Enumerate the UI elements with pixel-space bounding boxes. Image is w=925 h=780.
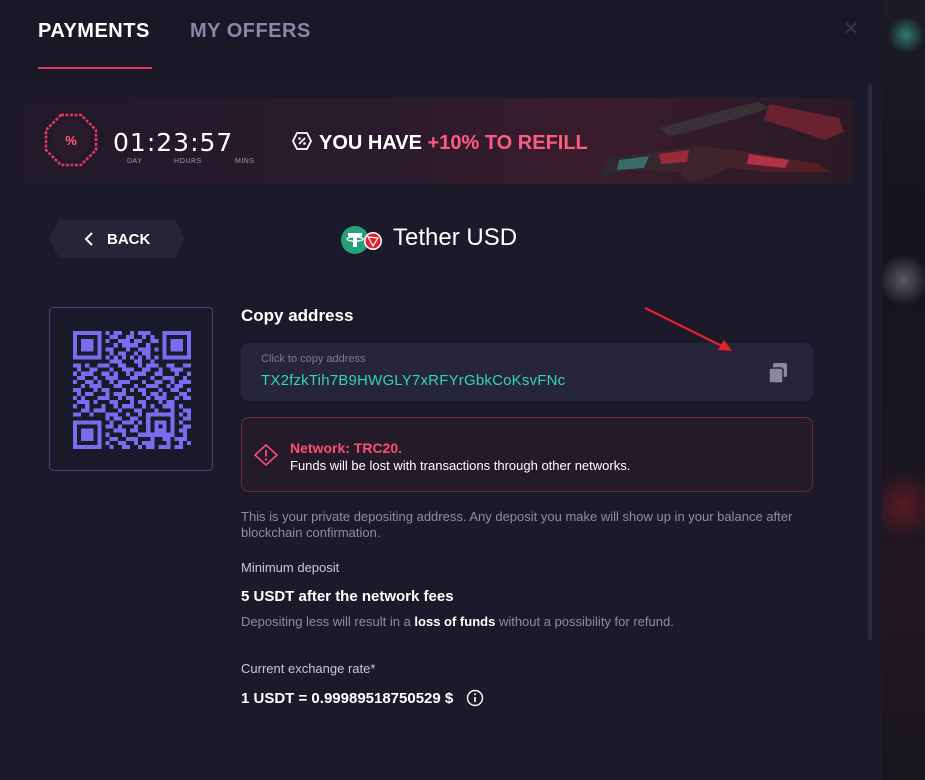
- tab-my-offers[interactable]: MY OFFERS: [190, 20, 311, 43]
- copy-address-heading: Copy address: [241, 306, 354, 325]
- copy-address-hint: Click to copy address: [261, 353, 366, 365]
- timer-label-hours: HOURS: [174, 158, 202, 165]
- tether-tron-icon: [341, 226, 382, 254]
- minimum-deposit-value: 5 USDT after the network fees: [241, 588, 454, 605]
- timer-mins: 57: [199, 128, 234, 157]
- minimum-deposit-note: Depositing less will result in a loss of…: [241, 614, 674, 629]
- active-tab-indicator: [38, 67, 152, 69]
- exchange-rate-label: Current exchange rate*: [241, 661, 376, 676]
- tab-payments[interactable]: PAYMENTS: [38, 20, 150, 43]
- percent-tag-icon: [291, 132, 313, 150]
- timer-hours: 23: [156, 128, 191, 157]
- timer-separator: :: [146, 128, 157, 157]
- scrollbar[interactable]: [868, 84, 872, 640]
- countdown-timer: 01:23:57: [113, 128, 233, 157]
- badge-symbol: %: [65, 133, 77, 148]
- modal-header: PAYMENTS MY OFFERS ×: [0, 0, 882, 82]
- note-bold: loss of funds: [414, 614, 496, 629]
- deposit-address[interactable]: TX2fzkTih7B9HWGLY7xRFYrGbkCoKsvFNc: [261, 372, 565, 389]
- backdrop-glow: [886, 18, 925, 52]
- rifle-skin-image: [599, 102, 844, 182]
- promo-accent: +10% TO REFILL: [427, 132, 588, 154]
- warning-title: Network: TRC20.: [290, 440, 403, 456]
- info-icon[interactable]: [466, 689, 484, 707]
- annotation-arrow-icon: [644, 307, 732, 351]
- qr-code: [49, 307, 213, 471]
- copy-icon[interactable]: [766, 361, 790, 385]
- deposit-info-text: This is your private depositing address.…: [241, 509, 793, 540]
- network-warning: Network: TRC20. Funds will be lost with …: [241, 417, 813, 492]
- minimum-deposit-label: Minimum deposit: [241, 560, 340, 575]
- chevron-left-icon: [84, 232, 93, 246]
- warning-icon: [254, 444, 278, 466]
- timer-label-mins: MINS: [235, 158, 255, 165]
- backdrop-glow: [882, 460, 925, 550]
- discount-badge-icon: %: [43, 112, 99, 168]
- payment-modal: PAYMENTS MY OFFERS × % 01:23:57 DAY HOUR…: [0, 0, 882, 780]
- close-icon[interactable]: ×: [840, 17, 862, 41]
- refill-promo-banner: % 01:23:57 DAY HOURS MINS YOU HAVE +10% …: [9, 98, 853, 184]
- backdrop-glow: [882, 250, 925, 310]
- qr-code-image: [73, 331, 191, 449]
- back-button-label: BACK: [107, 231, 151, 248]
- warning-text: Funds will be lost with transactions thr…: [290, 458, 631, 473]
- promo-text: YOU HAVE +10% TO REFILL: [291, 130, 588, 155]
- promo-prefix: YOU HAVE: [319, 132, 422, 154]
- timer-day: 01: [113, 128, 147, 157]
- exchange-rate-value: 1 USDT = 0.99989518750529 $: [241, 690, 454, 707]
- page-backdrop: [882, 0, 925, 780]
- timer-separator: :: [190, 128, 200, 157]
- note-suffix: without a possibility for refund.: [498, 614, 674, 629]
- timer-label-day: DAY: [127, 158, 143, 165]
- note-prefix: Depositing less will result in a: [241, 614, 411, 629]
- coin-title: Tether USD: [393, 224, 518, 251]
- back-button[interactable]: BACK: [49, 220, 185, 258]
- timer-labels: DAY HOURS MINS: [113, 158, 273, 168]
